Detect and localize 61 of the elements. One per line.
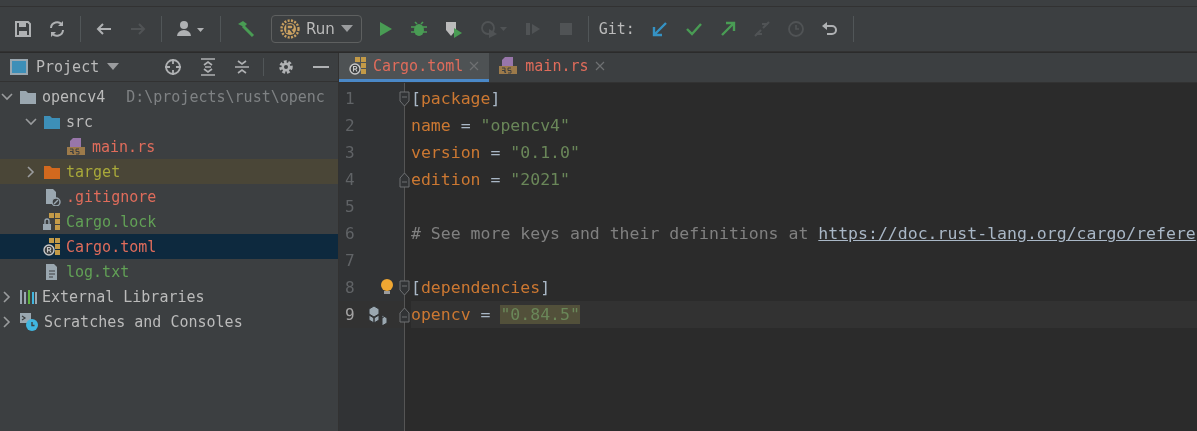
folder-icon — [43, 163, 61, 180]
code-line: [package] — [411, 88, 502, 110]
folder-icon — [19, 88, 37, 105]
chevron-down-icon[interactable] — [1, 92, 13, 101]
rust-logo-icon — [280, 19, 300, 39]
caret-icon — [107, 63, 120, 71]
cargo-file-icon — [349, 57, 367, 75]
code-line: name = "opencv4" — [411, 115, 571, 137]
url-link[interactable]: https://doc.rust-lang.org/cargo/refere — [818, 224, 1196, 243]
chevron-right-icon[interactable] — [3, 315, 11, 328]
crate-boxes-icon[interactable] — [366, 304, 389, 325]
tree-row[interactable]: log.txt — [0, 259, 338, 284]
tree-item-label: External Libraries — [42, 287, 205, 306]
tree-row[interactable]: src — [0, 109, 338, 134]
tree-item-label: Scratches and Consoles — [44, 312, 243, 331]
fold-marker-icon[interactable] — [399, 280, 410, 296]
tree-item-label: target — [66, 162, 121, 181]
editor-tab[interactable]: Cargo.toml — [339, 53, 490, 82]
tree-item-label: Cargo.toml — [66, 237, 157, 256]
window-icon — [10, 59, 28, 75]
close-icon[interactable] — [594, 61, 605, 71]
chevron-right-icon[interactable] — [27, 165, 35, 178]
code-comment: # See more keys and their definitions at — [411, 224, 810, 243]
project-view-dropdown[interactable]: Project — [10, 58, 120, 76]
tree-row[interactable]: Cargo.lock — [0, 209, 338, 234]
code-line: version = "0.1.0" — [411, 142, 581, 164]
library-bars-icon — [19, 287, 37, 306]
tree-row[interactable]: Scratches and Consoles — [0, 309, 338, 334]
fold-marker-icon[interactable] — [399, 172, 410, 188]
locked-cargo-file-icon — [43, 212, 61, 231]
folder-icon — [43, 113, 61, 130]
tree-row[interactable]: target — [0, 159, 338, 184]
tree-item-label: opencv4 — [42, 87, 106, 106]
chevron-down-icon[interactable] — [25, 117, 37, 126]
run-configuration-dropdown[interactable]: Run — [271, 15, 362, 43]
tree-item-label: main.rs — [92, 137, 156, 156]
rust-file-icon — [67, 137, 87, 156]
chevron-right-icon[interactable] — [3, 290, 11, 303]
lightbulb-icon[interactable] — [380, 278, 394, 296]
scratch-clock-icon — [19, 311, 39, 332]
tree-row[interactable]: .gitignore — [0, 184, 338, 209]
fold-marker-icon[interactable] — [399, 307, 410, 323]
cargo-file-icon — [43, 237, 61, 256]
git-label: Git: — [598, 20, 635, 38]
editor-tab[interactable]: main.rs — [489, 53, 615, 82]
code-line: [dependencies] — [411, 277, 552, 299]
tree-row[interactable]: opencv4 D:\projects\rust\openc — [0, 84, 338, 109]
tree-row[interactable]: Cargo.toml — [0, 234, 338, 259]
rust-file-icon — [499, 57, 520, 75]
tree-row[interactable]: External Libraries — [0, 284, 338, 309]
ignored-file-icon — [43, 187, 61, 206]
tree-row[interactable]: main.rs — [0, 134, 338, 159]
tree-item-label: src — [66, 112, 94, 131]
caret-icon — [340, 25, 353, 33]
tree-item-label: log.txt — [66, 262, 130, 281]
fold-marker-icon[interactable] — [399, 91, 410, 107]
line-number: 9 — [345, 305, 355, 324]
tree-item-label: .gitignore — [66, 187, 157, 206]
code-line: edition = "2021" — [411, 169, 571, 191]
tree-item-label: Cargo.lock — [66, 212, 157, 231]
project-path: D:\projects\rust\openc — [126, 87, 325, 106]
